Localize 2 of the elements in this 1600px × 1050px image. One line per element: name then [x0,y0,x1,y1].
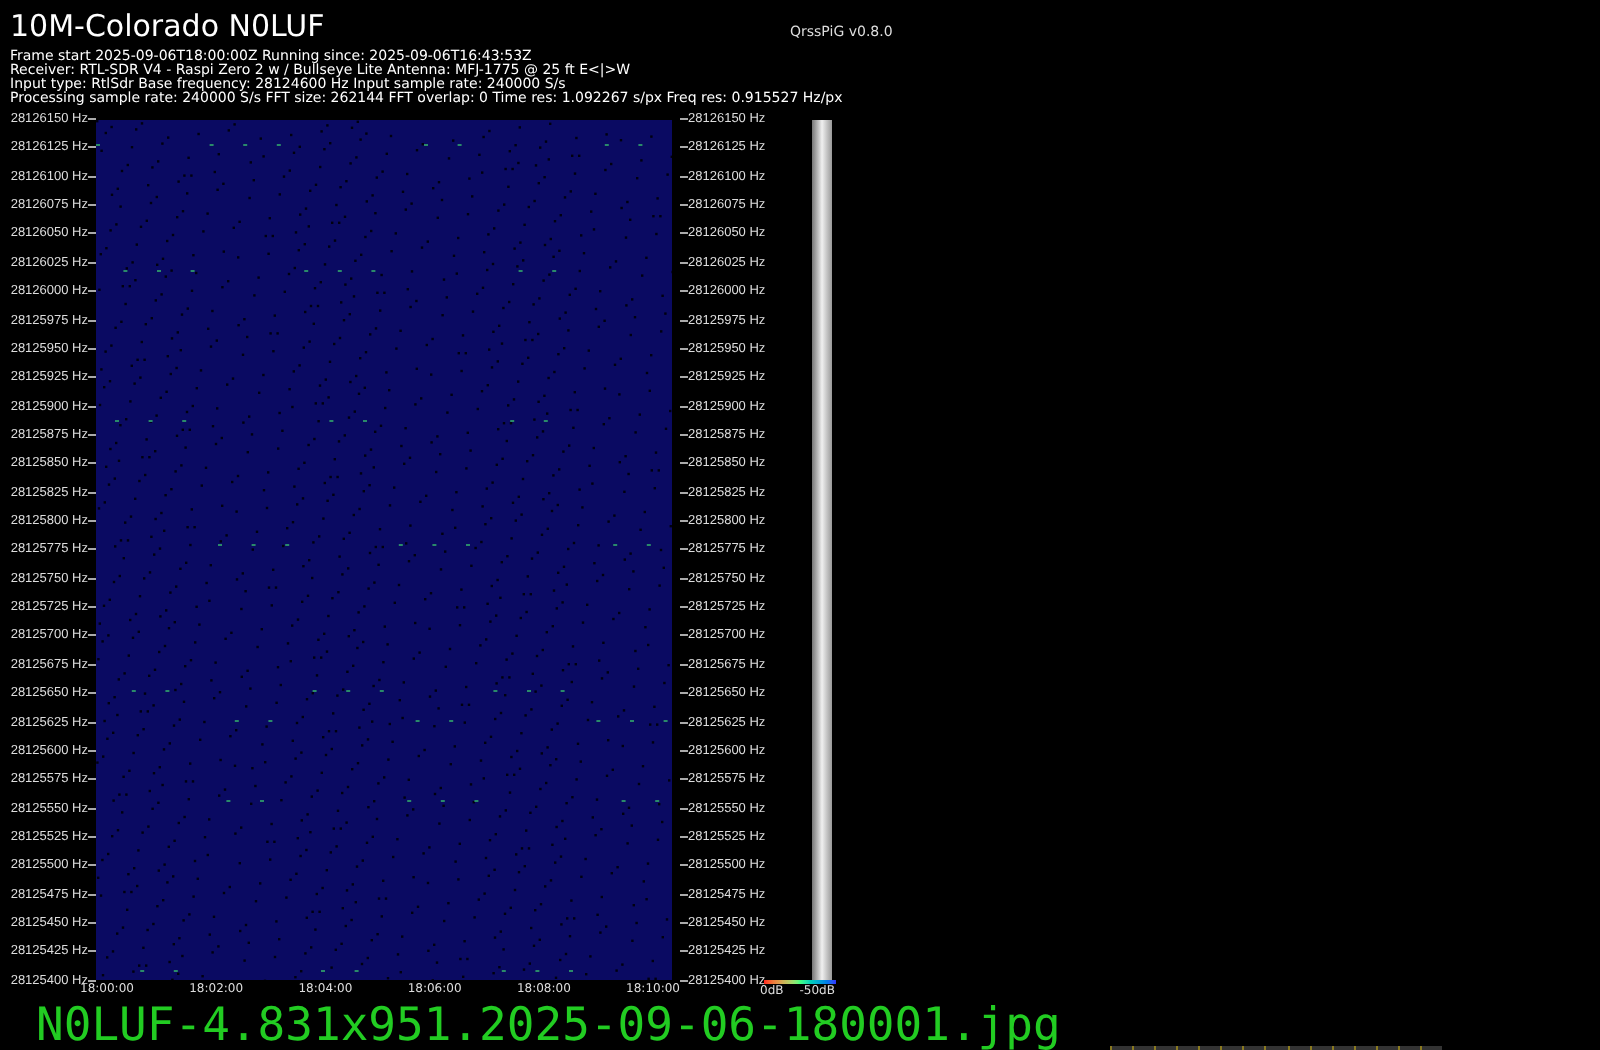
filename-overlay: N0LUF-4.831x951.2025-09-06-180001.jpg [34,1000,1063,1050]
title: 10M-Colorado N0LUF [10,10,327,44]
